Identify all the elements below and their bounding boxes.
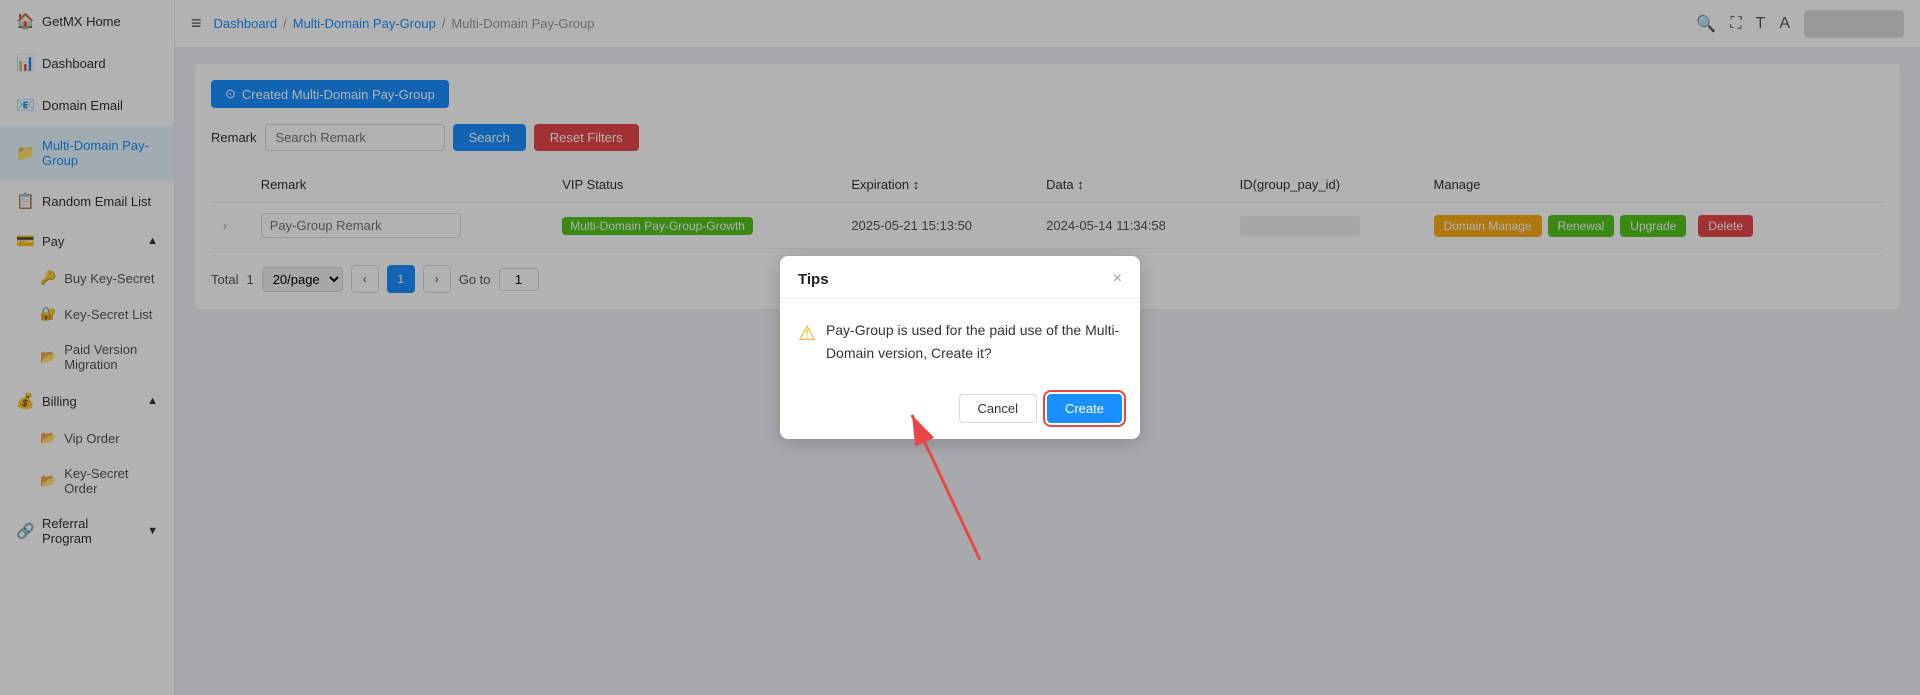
modal-overlay[interactable]: Tips × ⚠ Pay-Group is used for the paid …	[0, 0, 1920, 695]
dialog-footer: Cancel Create	[780, 384, 1140, 439]
create-button[interactable]: Create	[1047, 394, 1122, 423]
tips-dialog: Tips × ⚠ Pay-Group is used for the paid …	[780, 256, 1140, 439]
dialog-close-button[interactable]: ×	[1113, 270, 1122, 288]
cancel-button[interactable]: Cancel	[959, 394, 1037, 423]
dialog-message: Pay-Group is used for the paid use of th…	[826, 319, 1122, 364]
warning-icon: ⚠	[798, 321, 816, 346]
dialog-body: ⚠ Pay-Group is used for the paid use of …	[780, 299, 1140, 384]
dialog-title: Tips	[798, 271, 829, 288]
dialog-header: Tips ×	[780, 256, 1140, 299]
